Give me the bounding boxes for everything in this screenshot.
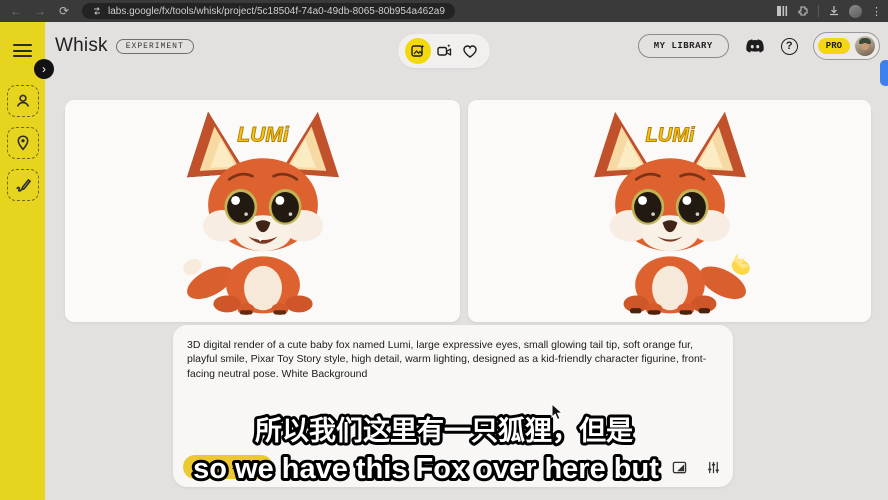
fox-name-label: LUMi (237, 123, 290, 146)
app-title: Whisk (55, 35, 108, 57)
image-mode-button[interactable] (405, 38, 431, 64)
add-image-button[interactable]: › ADD IMAGE (183, 455, 273, 479)
help-button[interactable]: ? (781, 38, 798, 55)
whisk-app-screen: ← → ⟳ labs.google/fx/tools/whisk/project… (0, 0, 888, 500)
address-bar[interactable]: labs.google/fx/tools/whisk/project/5c185… (82, 3, 455, 19)
browser-reload-button[interactable]: ⟳ (54, 2, 74, 20)
feedback-edge-tab[interactable] (880, 60, 888, 86)
tab-groups-icon[interactable] (776, 5, 788, 17)
menu-hamburger-icon[interactable] (13, 44, 32, 57)
browser-menu-kebab-icon[interactable]: ⋮ (871, 5, 882, 18)
prompt-text[interactable]: 3D digital render of a cute baby fox nam… (187, 338, 722, 381)
heart-icon (462, 44, 478, 59)
location-pin-icon (14, 134, 32, 152)
sidebar-item-scene[interactable] (7, 127, 39, 159)
image-sparkle-icon (410, 43, 426, 59)
sidebar-expand-button[interactable]: › (34, 59, 54, 79)
results-grid: LUMi (65, 100, 871, 322)
browser-profile-avatar[interactable] (849, 5, 862, 18)
sidebar: › (0, 22, 45, 500)
my-library-button[interactable]: MY LIBRARY (638, 34, 729, 58)
generated-image-left[interactable]: LUMi (65, 100, 460, 322)
browser-back-button[interactable]: ← (6, 2, 26, 20)
experiment-badge: EXPERIMENT (116, 39, 194, 54)
sidebar-item-style[interactable] (7, 169, 39, 201)
download-icon[interactable] (828, 5, 840, 17)
add-image-label: ADD IMAGE (209, 462, 259, 472)
site-info-icon (92, 6, 102, 16)
fox-illustration-left: LUMi (168, 105, 358, 317)
extensions-icon[interactable] (797, 5, 809, 17)
user-avatar (855, 36, 875, 56)
style-pen-icon (14, 176, 32, 194)
tune-settings-icon[interactable] (706, 460, 721, 475)
browser-toolbar: ← → ⟳ labs.google/fx/tools/whisk/project… (0, 0, 888, 22)
video-mode-button[interactable] (431, 38, 457, 64)
fox-name-label: LUMi (645, 124, 694, 146)
url-text: labs.google/fx/tools/whisk/project/5c185… (108, 6, 445, 17)
discord-icon[interactable] (744, 38, 766, 55)
app-header: Whisk EXPERIMENT (45, 22, 888, 70)
fox-illustration-right: LUMi (575, 105, 765, 317)
person-icon (14, 92, 32, 110)
pro-badge: PRO (818, 38, 850, 54)
aspect-ratio-icon[interactable] (672, 460, 687, 475)
sidebar-item-subject[interactable] (7, 85, 39, 117)
prompt-card: 3D digital render of a cute baby fox nam… (173, 325, 733, 487)
chevron-right-icon: › (196, 461, 203, 473)
generated-image-right[interactable]: LUMi (468, 100, 871, 322)
favorites-button[interactable] (457, 38, 483, 64)
browser-forward-button[interactable]: → (30, 2, 50, 20)
video-sparkle-icon (436, 43, 453, 59)
help-glyph: ? (786, 40, 793, 52)
mode-toolbar (398, 34, 490, 68)
account-pill[interactable]: PRO (813, 32, 880, 60)
toolbar-divider (818, 5, 819, 17)
